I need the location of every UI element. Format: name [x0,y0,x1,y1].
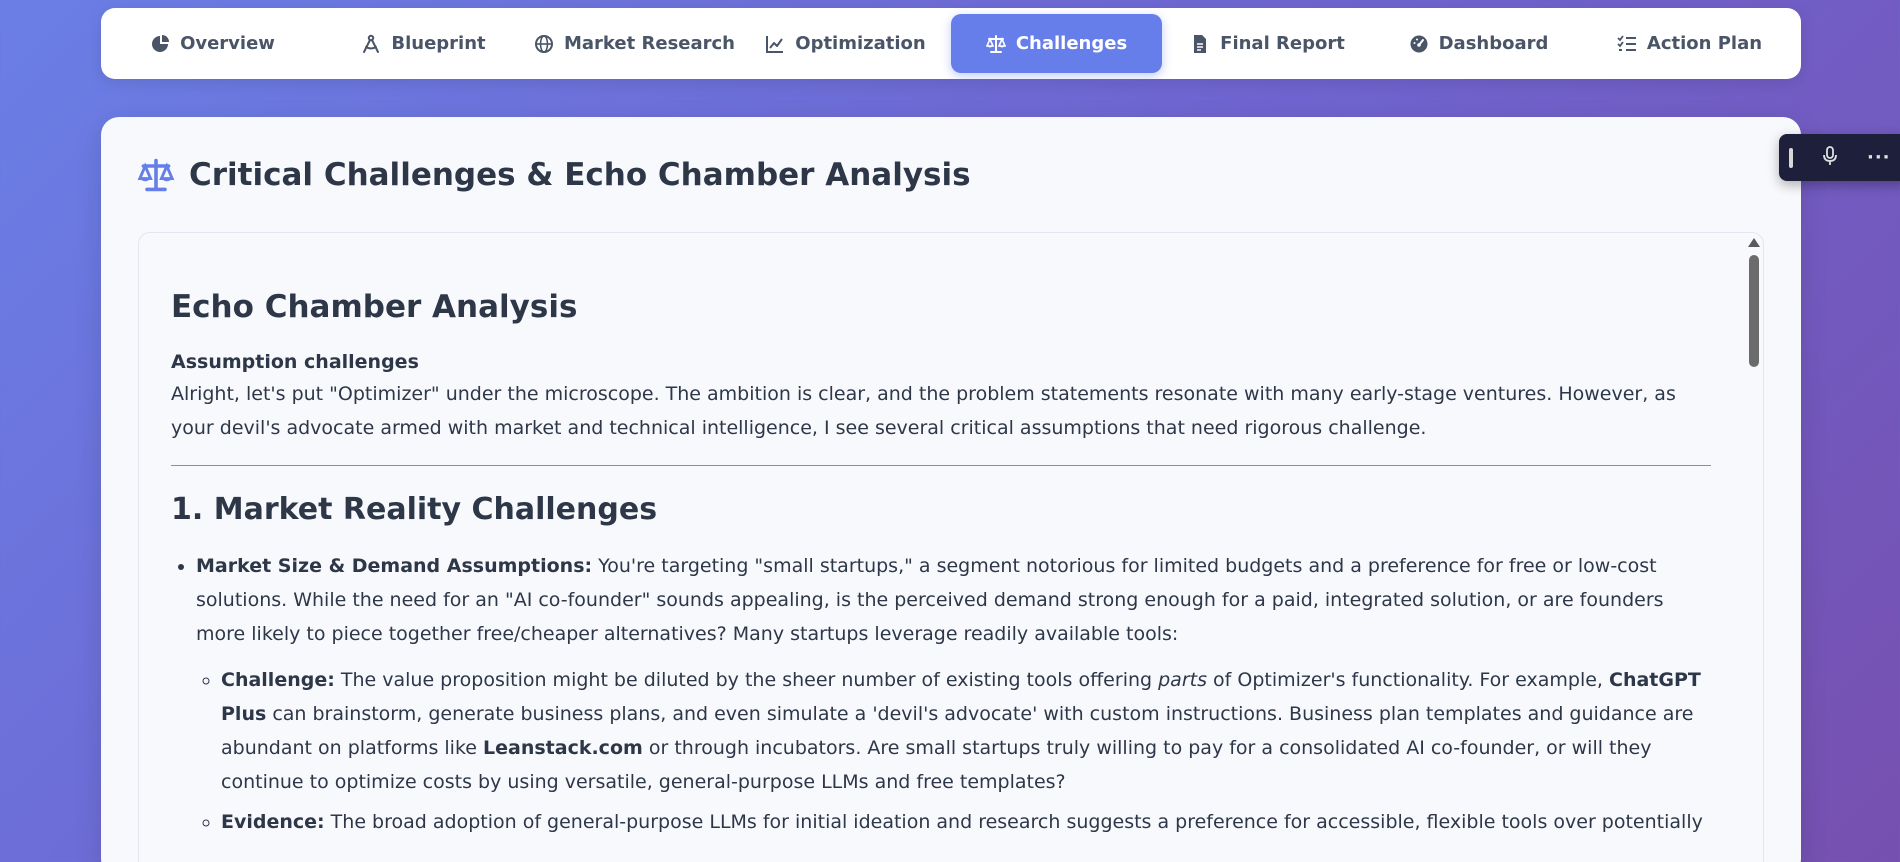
tab-market-research[interactable]: Market Research [529,14,740,73]
scroll-up-arrow[interactable] [1748,238,1760,247]
microphone-button[interactable] [1821,145,1839,170]
card-header: Critical Challenges & Echo Chamber Analy… [137,157,971,193]
more-options-button[interactable]: ··· [1867,147,1891,168]
floating-toolbar: ··· [1779,134,1900,181]
section-title: 1. Market Reality Challenges [171,492,658,527]
sub-list-item: Challenge: The value proposition might b… [221,663,1711,799]
balance-scale-icon [985,34,1006,53]
compass-drafting-icon [363,34,380,53]
page-title: Critical Challenges & Echo Chamber Analy… [189,157,971,193]
tab-label: Action Plan [1646,33,1763,54]
tab-challenges[interactable]: Challenges [951,14,1162,73]
checklist-icon [1617,34,1636,51]
tab-final-report[interactable]: Final Report [1162,14,1373,73]
challenge-emphasis: parts [1158,669,1207,691]
tab-blueprint[interactable]: Blueprint [318,14,529,73]
sub-list: Challenge: The value proposition might b… [196,663,1711,839]
challenge-product: Leanstack.com [483,737,643,759]
evidence-text: The broad adoption of general-purpose LL… [324,811,1703,833]
content-heading: Echo Chamber Analysis [171,289,578,325]
challenges-card: Critical Challenges & Echo Chamber Analy… [101,117,1801,862]
content-subheading: Assumption challenges [171,351,419,373]
item-label: Market Size & Demand Assumptions: [196,555,593,577]
challenge-list: Market Size & Demand Assumptions: You're… [171,549,1711,839]
analysis-content: Echo Chamber Analysis Assumption challen… [171,289,1711,849]
scrollbar-thumb[interactable] [1749,255,1759,367]
tab-label: Blueprint [391,33,486,54]
analysis-scroll-panel[interactable]: Echo Chamber Analysis Assumption challen… [138,232,1764,862]
challenge-label: Challenge: [221,669,335,691]
challenge-text: of Optimizer's functionality. For exampl… [1206,669,1610,691]
tab-label: Optimization [795,33,926,54]
divider [171,465,1711,466]
challenge-text: The value proposition might be diluted b… [334,669,1159,691]
tab-overview[interactable]: Overview [107,14,318,73]
tab-dashboard[interactable]: Dashboard [1373,14,1584,73]
tab-label: Challenges [1015,33,1128,54]
tab-label: Final Report [1220,33,1345,54]
gauge-icon [1410,35,1428,52]
line-chart-icon [766,35,784,53]
drag-handle[interactable] [1789,147,1793,168]
tab-label: Market Research [564,33,735,54]
globe-icon [535,34,553,53]
evidence-label: Evidence: [221,811,325,833]
nav-tabbar: Overview Blueprint Market Research Optim… [101,8,1801,79]
balance-scale-icon [137,158,175,192]
tab-optimization[interactable]: Optimization [740,14,951,73]
tab-label: Overview [180,33,275,54]
tab-action-plan[interactable]: Action Plan [1584,14,1795,73]
file-icon [1194,34,1207,53]
list-item: Market Size & Demand Assumptions: You're… [196,549,1711,839]
microphone-icon [1823,145,1837,165]
tab-label: Dashboard [1438,33,1549,54]
sub-list-item: Evidence: The broad adoption of general-… [221,805,1711,839]
pie-chart-icon [152,34,170,52]
intro-paragraph: Alright, let's put "Optimizer" under the… [171,383,1676,439]
